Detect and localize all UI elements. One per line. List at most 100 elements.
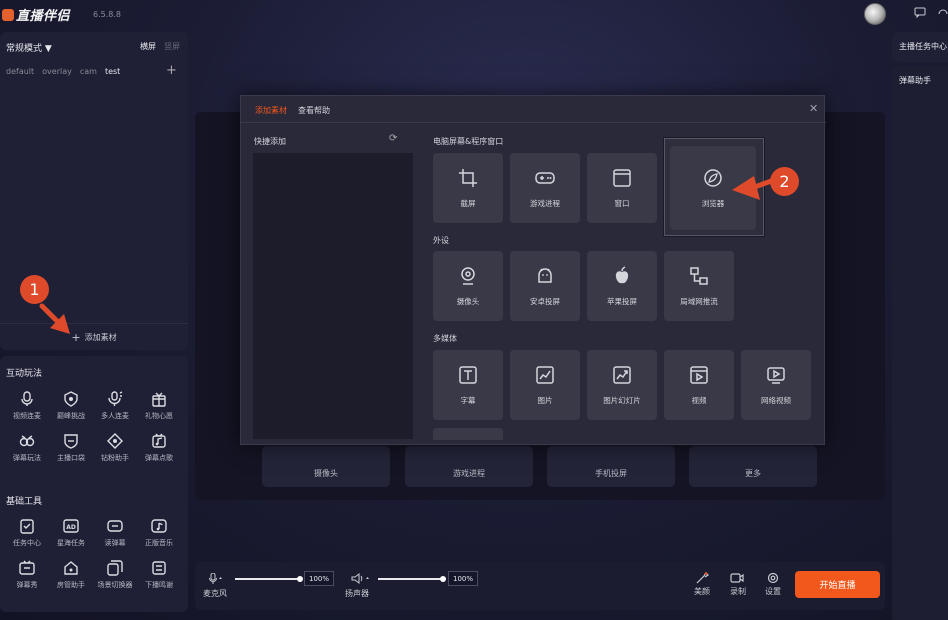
source-camera[interactable]: 摄像头: [433, 251, 503, 321]
tool-star-task[interactable]: AD 星海任务: [49, 517, 93, 548]
task-icon: [18, 517, 36, 535]
source-apple-cast[interactable]: 苹果投屏: [587, 251, 657, 321]
camera-icon: [461, 266, 475, 285]
source-lan-stream[interactable]: 局域网推流: [664, 251, 734, 321]
tool-read-danmu[interactable]: 读弹幕: [93, 517, 137, 548]
tools-panel: 互动玩法 视频连麦 巅峰挑战 多人连麦 礼物心愿 弹幕玩法 主播口袋 钻粉助手 …: [0, 356, 188, 612]
quick-card-phone[interactable]: 手机投屏: [547, 446, 675, 487]
speaker-slider-knob[interactable]: [440, 576, 446, 582]
beauty-label: 美颜: [694, 587, 710, 596]
gamepad-icon: [535, 171, 555, 184]
tool-diamond-fans[interactable]: 钻粉助手: [93, 432, 137, 463]
source-label: 图片: [537, 395, 553, 405]
source-game-process[interactable]: 游戏进程: [510, 153, 580, 223]
beauty-icon: [696, 572, 709, 584]
tool-label: 弹幕秀: [16, 581, 38, 589]
record-button[interactable]: 录制: [730, 572, 746, 597]
shield-icon: [62, 390, 80, 408]
source-tile-partial[interactable]: [433, 428, 503, 440]
source-label: 字幕: [460, 395, 476, 405]
source-screenshot[interactable]: 截屏: [433, 153, 503, 223]
interactive-title: 互动玩法: [6, 369, 43, 379]
source-video[interactable]: 视频: [664, 350, 734, 420]
tool-label: 钻粉助手: [101, 454, 129, 462]
orientation-horizontal[interactable]: 横屏: [140, 41, 156, 52]
message-icon[interactable]: [914, 7, 926, 19]
annotation-arrow-1: [39, 303, 70, 334]
tool-song-request[interactable]: 弹幕点歌: [137, 432, 181, 463]
speaker-slider[interactable]: [378, 578, 443, 580]
source-slideshow[interactable]: 图片幻灯片: [587, 350, 657, 420]
mode-selector[interactable]: 常规模式 ▼: [6, 41, 52, 54]
source-android-cast[interactable]: 安卓投屏: [510, 251, 580, 321]
quick-card-label: 摄像头: [314, 469, 338, 478]
tool-scene-switcher[interactable]: 场景切换器: [93, 559, 137, 590]
source-network-video[interactable]: 网络视频: [741, 350, 811, 420]
source-label: 苹果投屏: [607, 296, 637, 306]
tool-thanks[interactable]: 下播鸣谢: [137, 559, 181, 590]
orientation-vertical[interactable]: 竖屏: [164, 41, 180, 52]
tab-add-source[interactable]: 添加素材: [255, 105, 287, 116]
tool-peak-challenge[interactable]: 巅峰挑战: [49, 390, 93, 421]
quick-card-camera[interactable]: 摄像头: [262, 446, 390, 487]
avatar[interactable]: [864, 3, 886, 25]
song-icon: [150, 432, 168, 450]
tool-gift-wish[interactable]: 礼物心愿: [137, 390, 181, 421]
source-label: 游戏进程: [530, 198, 560, 208]
mic-slider[interactable]: [235, 578, 300, 580]
source-text[interactable]: 字幕: [433, 350, 503, 420]
mic-volume[interactable]: 100%: [304, 571, 334, 586]
quick-card-game[interactable]: 游戏进程: [405, 446, 533, 487]
quick-card-label: 手机投屏: [595, 469, 627, 478]
tool-danmu-show[interactable]: 弹幕秀: [5, 559, 49, 590]
tab-help[interactable]: 查看帮助: [298, 105, 330, 116]
source-image[interactable]: 图片: [510, 350, 580, 420]
mic-toggle-icon[interactable]: [209, 572, 223, 586]
tool-multi-link[interactable]: 多人连麦: [93, 390, 137, 421]
quick-card-more[interactable]: 更多: [689, 446, 817, 487]
interactive-grid: 视频连麦 巅峰挑战 多人连麦 礼物心愿 弹幕玩法 主播口袋 钻粉助手 弹幕点歌: [5, 390, 181, 463]
beauty-button[interactable]: 美颜: [694, 572, 710, 597]
source-label: 截屏: [460, 198, 476, 208]
scene-tab-overlay[interactable]: overlay: [42, 67, 72, 76]
slideshow-icon: [613, 365, 631, 384]
danmu-panel: 弹幕助手: [892, 66, 948, 620]
tool-music[interactable]: 正版音乐: [137, 517, 181, 548]
refresh-icon[interactable]: ⟳: [389, 133, 397, 144]
source-label: 局域网推流: [680, 296, 718, 306]
speaker-toggle-icon[interactable]: [351, 573, 371, 586]
source-label: 摄像头: [456, 296, 480, 306]
speaker-volume[interactable]: 100%: [448, 571, 478, 586]
mic-slider-knob[interactable]: [297, 576, 303, 582]
add-source-label: 添加素材: [84, 332, 117, 342]
scene-tab-cam[interactable]: cam: [80, 67, 97, 76]
tool-video-link[interactable]: 视频连麦: [5, 390, 49, 421]
scene-tab-test[interactable]: test: [105, 67, 120, 76]
headset-icon[interactable]: [938, 7, 948, 18]
tool-task-center[interactable]: 任务中心: [5, 517, 49, 548]
source-label: 浏览器: [701, 198, 725, 208]
scene-tab-default[interactable]: default: [6, 67, 34, 76]
tool-pocket[interactable]: 主播口袋: [49, 432, 93, 463]
group-peripheral-title: 外设: [433, 236, 449, 245]
quick-card-label: 更多: [745, 469, 761, 478]
settings-button[interactable]: 设置: [765, 572, 781, 597]
task-center-button[interactable]: 主播任务中心: [892, 32, 948, 62]
tool-label: 巅峰挑战: [57, 412, 85, 420]
app-logo: 直播伴侣: [2, 5, 70, 24]
group-screen-title: 电脑屏幕&程序窗口: [433, 137, 504, 146]
tool-label: 多人连麦: [101, 412, 129, 420]
logo-icon: [2, 9, 14, 21]
source-label: 视频: [691, 395, 707, 405]
read-danmu-icon: [106, 517, 124, 535]
tool-danmu-play[interactable]: 弹幕玩法: [5, 432, 49, 463]
close-icon[interactable]: ✕: [809, 102, 818, 115]
android-icon: [538, 267, 552, 283]
add-source-button[interactable]: + 添加素材: [0, 323, 188, 350]
add-scene-button[interactable]: +: [166, 63, 177, 78]
tool-room-manager[interactable]: 房管助手: [49, 559, 93, 590]
source-label: 图片幻灯片: [603, 395, 641, 405]
source-window[interactable]: 窗口: [587, 153, 657, 223]
start-live-button[interactable]: 开始直播: [795, 571, 880, 598]
tool-label: 读弹幕: [104, 539, 126, 547]
